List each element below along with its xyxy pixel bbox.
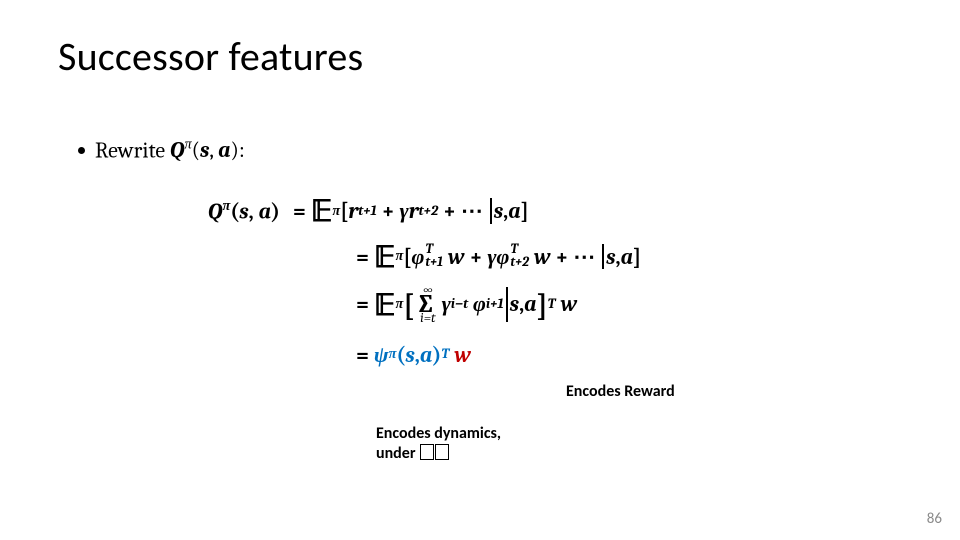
equation-line-3: = 𝔼π[ ∞ ∑ i=t γi−t φi+1 s, a ]T w [168,287,808,321]
tofu-icon [435,444,449,460]
dynamics-line-1: Encodes dynamics, [376,424,501,444]
rewrite-text: Rewrite Qπ(s, a): [95,136,245,163]
sigma-icon: ∞ ∑ i=t [416,292,435,317]
w-symbol: w [454,344,471,366]
slide-title: Successor features [58,32,363,81]
q-symbol: Q [170,137,185,163]
bullet-icon [78,147,85,154]
tofu-icon [420,444,434,460]
annotation-encodes-reward: Encodes Reward [566,382,675,401]
psi-symbol: ψ [374,344,389,366]
q-super: π [184,136,191,153]
rewrite-bullet: Rewrite Qπ(s, a): [78,136,245,163]
equation-line-4: = ψπ(s, a)T w [168,344,808,366]
dynamics-line-2: under [376,444,501,464]
rewrite-label: Rewrite [95,137,165,163]
equation-block: Qπ(s, a) = 𝔼π[ rt+1 + γrt+2 + ⋯ s, a] = … [168,196,808,382]
slide: Successor features Rewrite Qπ(s, a): Qπ(… [0,0,960,540]
equation-line-1: Qπ(s, a) = 𝔼π[ rt+1 + γrt+2 + ⋯ s, a] [168,196,808,226]
equation-line-2: = 𝔼π[ φTt+1 w + γφTt+2 w + ⋯ s, a] [168,242,808,272]
page-number: 86 [927,510,942,528]
annotation-encodes-dynamics: Encodes dynamics, under [376,424,501,464]
